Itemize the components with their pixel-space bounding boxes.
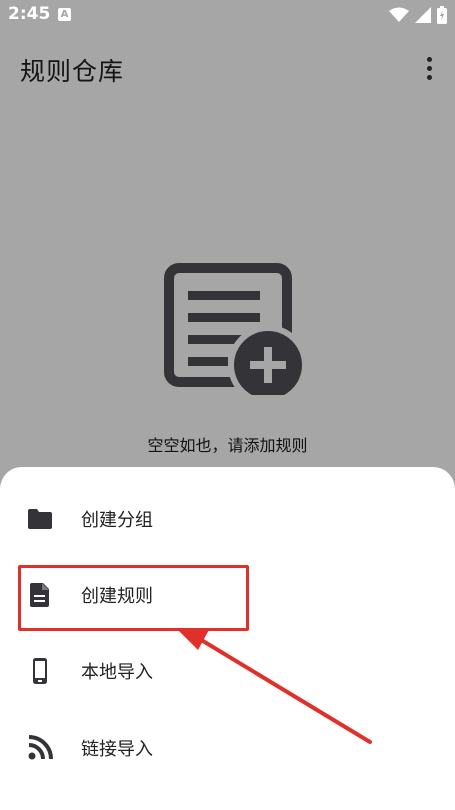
page-title: 规则仓库 <box>20 57 125 86</box>
status-bar: 2:45 A <box>0 0 455 32</box>
create-group-label: 创建分组 <box>81 510 153 531</box>
folder-icon <box>28 509 52 529</box>
local-import-item[interactable]: 本地导入 <box>0 638 455 702</box>
status-time: 2:45 <box>8 4 51 24</box>
bottom-sheet: 创建分组 创建规则 本地导入 链接导入 <box>0 467 455 810</box>
app-bar: 规则仓库 <box>0 32 455 104</box>
phone-icon <box>33 658 47 684</box>
empty-state-message: 空空如也，请添加规则 <box>147 436 308 455</box>
more-vert-icon <box>426 56 432 62</box>
note-add-icon <box>164 263 306 395</box>
rss-icon <box>28 735 53 760</box>
create-group-item[interactable]: 创建分组 <box>0 486 455 550</box>
status-icons <box>389 5 447 25</box>
wifi-icon <box>389 7 409 22</box>
app-notification-icon: A <box>58 8 71 21</box>
link-import-label: 链接导入 <box>81 739 153 760</box>
more-options-button[interactable] <box>417 52 441 84</box>
battery-icon <box>437 6 447 24</box>
signal-icon <box>415 7 431 23</box>
screen: 2:45 A 规则仓库 空空如也，请添加规则 创建分组 创建规则 本地导入 链接… <box>0 0 455 810</box>
link-import-item[interactable]: 链接导入 <box>0 715 455 779</box>
local-import-label: 本地导入 <box>81 662 153 683</box>
highlight-box <box>18 565 249 631</box>
